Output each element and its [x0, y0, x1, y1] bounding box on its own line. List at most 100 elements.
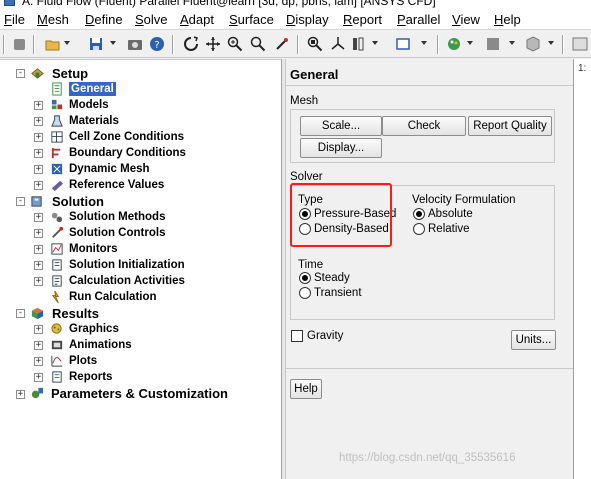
- chevron-down-icon[interactable]: [64, 41, 70, 45]
- camera-icon[interactable]: [127, 36, 143, 52]
- expand-icon[interactable]: +: [34, 117, 43, 126]
- palette-icon[interactable]: [446, 36, 462, 52]
- graphics-window-edge: 1:: [573, 59, 591, 479]
- layout-icon[interactable]: [572, 36, 588, 52]
- chevron-down-icon[interactable]: [467, 41, 473, 45]
- lights-icon[interactable]: [485, 36, 501, 52]
- expand-icon[interactable]: +: [16, 390, 25, 399]
- help-button[interactable]: Help: [290, 379, 322, 399]
- tree-section-results[interactable]: Results: [52, 306, 99, 321]
- tree-item-animations[interactable]: Animations: [69, 338, 132, 352]
- report-quality-button[interactable]: Report Quality: [468, 116, 552, 136]
- relative-label[interactable]: Relative: [428, 223, 470, 236]
- absolute-label[interactable]: Absolute: [428, 208, 473, 221]
- chevron-down-icon[interactable]: [110, 41, 116, 45]
- expand-icon[interactable]: +: [34, 357, 43, 366]
- open-folder-icon[interactable]: [45, 36, 61, 52]
- menu-mnemonic: R: [343, 12, 353, 27]
- collapse-icon[interactable]: -: [16, 69, 25, 78]
- expand-icon[interactable]: +: [34, 133, 43, 142]
- gravity-checkbox[interactable]: [291, 330, 303, 342]
- tree-item-solution-controls[interactable]: Solution Controls: [69, 226, 165, 240]
- absolute-radio[interactable]: [413, 208, 425, 220]
- expand-icon[interactable]: +: [34, 277, 43, 286]
- transient-radio[interactable]: [299, 287, 311, 299]
- tree-item-materials[interactable]: Materials: [69, 114, 119, 128]
- tree-item-graphics[interactable]: Graphics: [69, 322, 119, 336]
- toolbar: ?: [0, 31, 591, 58]
- expand-icon[interactable]: +: [34, 165, 43, 174]
- expand-icon[interactable]: +: [34, 261, 43, 270]
- steady-radio[interactable]: [299, 272, 311, 284]
- transient-label[interactable]: Transient: [314, 287, 362, 300]
- expand-icon[interactable]: +: [34, 325, 43, 334]
- steady-label[interactable]: Steady: [314, 272, 350, 285]
- chevron-down-icon[interactable]: [372, 41, 378, 45]
- expand-icon[interactable]: +: [34, 101, 43, 110]
- tree-section-solution[interactable]: Solution: [52, 194, 104, 209]
- gravity-label[interactable]: Gravity: [307, 330, 343, 343]
- tree-item-plots[interactable]: Plots: [69, 354, 97, 368]
- views-icon[interactable]: [352, 36, 368, 52]
- menu-help[interactable]: Help: [494, 12, 521, 28]
- general-panel: General Mesh Scale... Check Report Quali…: [285, 59, 573, 479]
- help-icon[interactable]: ?: [149, 36, 165, 52]
- chevron-down-icon[interactable]: [548, 41, 554, 45]
- scale-button[interactable]: Scale...: [300, 116, 382, 136]
- relative-radio[interactable]: [413, 223, 425, 235]
- chevron-down-icon[interactable]: [421, 41, 427, 45]
- rotate-icon[interactable]: [183, 36, 199, 52]
- menu-display[interactable]: Display: [286, 12, 329, 28]
- window-icon[interactable]: [395, 36, 411, 52]
- tree-section-parameters[interactable]: Parameters & Customization: [51, 386, 228, 401]
- setup-icon: [31, 68, 44, 79]
- tree-item-dynamic-mesh[interactable]: Dynamic Mesh: [69, 162, 150, 176]
- tree-item-boundary-conditions[interactable]: Boundary Conditions: [69, 146, 186, 160]
- tree-item-calculation-activities[interactable]: Calculation Activities: [69, 274, 185, 288]
- menu-surface[interactable]: Surface: [229, 12, 274, 28]
- cube-icon[interactable]: [525, 36, 541, 52]
- probe-icon[interactable]: [274, 36, 290, 52]
- svg-text:?: ?: [154, 40, 159, 51]
- tree-item-models[interactable]: Models: [69, 98, 109, 112]
- check-button[interactable]: Check: [382, 116, 466, 136]
- expand-icon[interactable]: +: [34, 229, 43, 238]
- expand-icon[interactable]: +: [34, 373, 43, 382]
- expand-icon[interactable]: +: [34, 245, 43, 254]
- tree-section-setup[interactable]: Setup: [52, 66, 88, 81]
- menu-file[interactable]: File: [4, 12, 25, 28]
- menu-solve[interactable]: Solve: [135, 12, 168, 28]
- collapse-icon[interactable]: -: [16, 197, 25, 206]
- save-icon[interactable]: [88, 36, 104, 52]
- menu-view[interactable]: View: [452, 12, 480, 28]
- axes-icon[interactable]: [330, 36, 346, 52]
- menu-adapt[interactable]: Adapt: [180, 12, 214, 28]
- menu-parallel[interactable]: Parallel: [397, 12, 440, 28]
- expand-icon[interactable]: +: [34, 213, 43, 222]
- collapse-icon[interactable]: -: [16, 309, 25, 318]
- menu-label-rest: esh: [47, 12, 69, 27]
- expand-icon[interactable]: +: [34, 149, 43, 158]
- fit-zoom-icon[interactable]: [307, 36, 323, 52]
- tree-item-solution-methods[interactable]: Solution Methods: [69, 210, 165, 224]
- tree-item-cell-zone-conditions[interactable]: Cell Zone Conditions: [69, 130, 184, 144]
- menu-mesh[interactable]: Mesh: [37, 12, 69, 28]
- units-button[interactable]: Units...: [511, 330, 556, 350]
- graphics-tab[interactable]: 1:: [578, 63, 586, 74]
- pan-icon[interactable]: [205, 36, 221, 52]
- chevron-down-icon[interactable]: [509, 41, 515, 45]
- tree-item-solution-initialization[interactable]: Solution Initialization: [69, 258, 185, 272]
- tree-item-reference-values[interactable]: Reference Values: [69, 178, 164, 192]
- menu-define[interactable]: Define: [85, 12, 123, 28]
- tree-item-reports[interactable]: Reports: [69, 370, 112, 384]
- display-button[interactable]: Display...: [300, 138, 382, 158]
- expand-icon[interactable]: +: [34, 341, 43, 350]
- tree-item-run-calculation[interactable]: Run Calculation: [69, 290, 157, 304]
- tree-item-monitors[interactable]: Monitors: [69, 242, 118, 256]
- tree-item-general[interactable]: General: [69, 82, 116, 96]
- expand-icon[interactable]: +: [34, 181, 43, 190]
- menu-report[interactable]: Report: [343, 12, 382, 28]
- zoom-box-icon[interactable]: [250, 36, 266, 52]
- stop-icon[interactable]: [12, 36, 28, 52]
- zoom-in-icon[interactable]: [227, 36, 243, 52]
